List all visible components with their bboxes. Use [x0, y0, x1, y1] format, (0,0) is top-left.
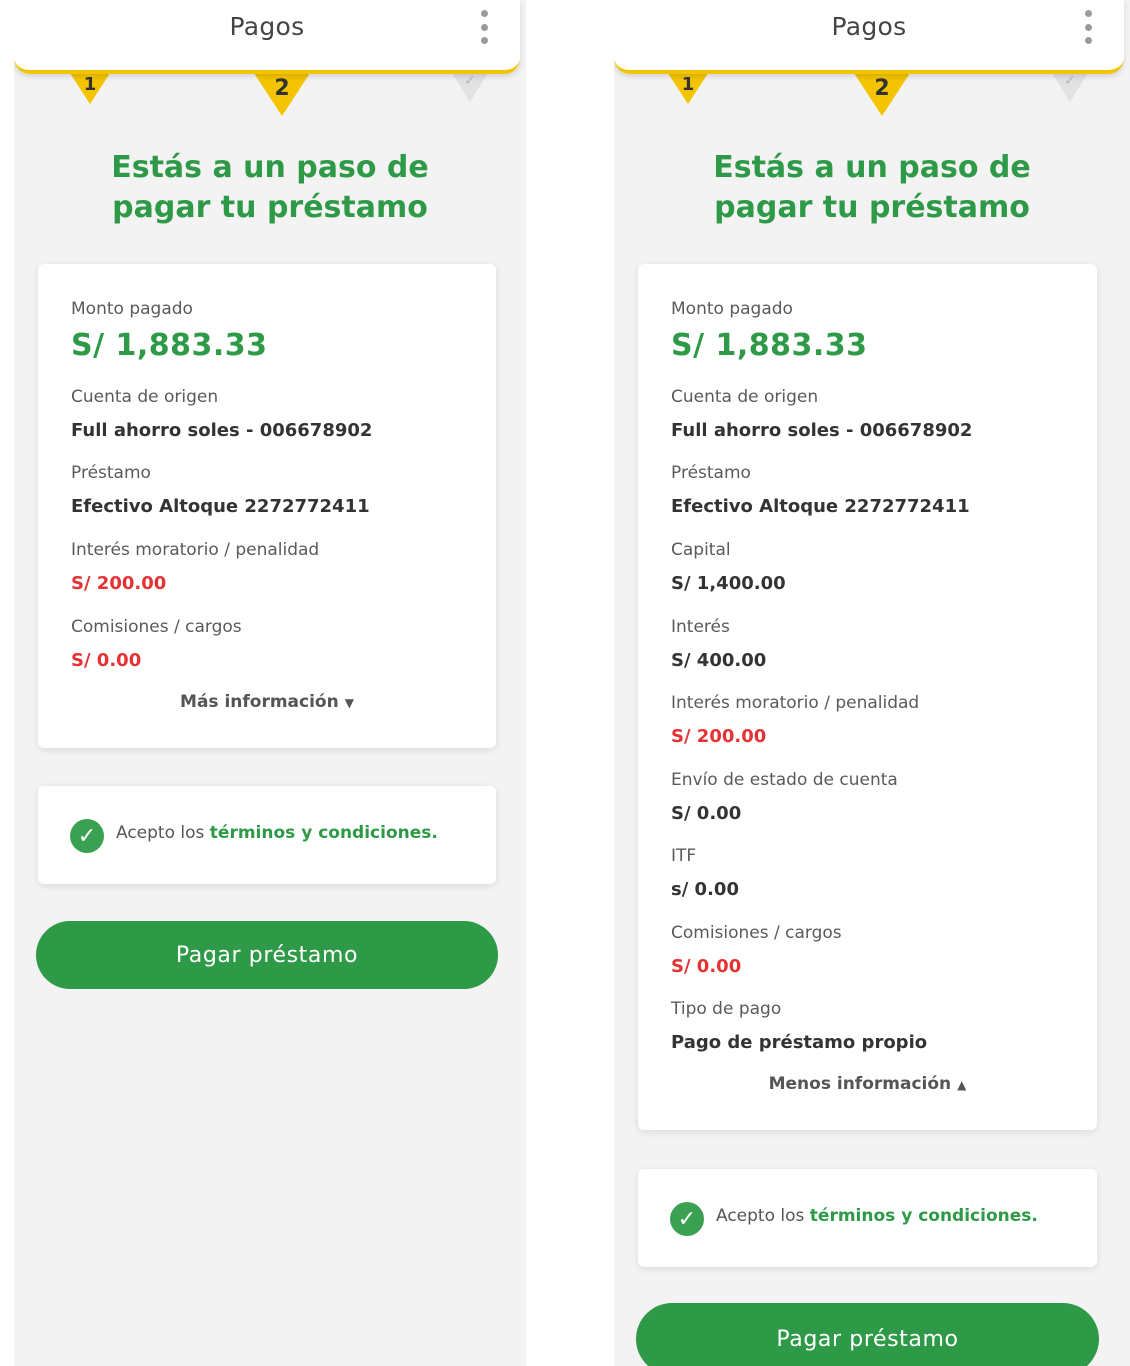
detail-label: Cuenta de origen	[671, 387, 819, 407]
more-vertical-icon[interactable]	[478, 10, 490, 44]
detail-value: Full ahorro soles - 006678902	[71, 420, 373, 441]
more-info-label: Más información	[180, 692, 339, 712]
detail-label: ITF	[671, 846, 697, 866]
terms-link[interactable]: términos y condiciones.	[210, 823, 438, 843]
check-circle-icon[interactable]: ✓	[670, 1202, 704, 1236]
detail-value: Efectivo Altoque 2272772411	[71, 496, 370, 517]
detail-field: ITF s/ 0.00	[671, 845, 1077, 902]
detail-field: Comisiones / cargos S/ 0.00	[671, 922, 1077, 979]
detail-label: Préstamo	[71, 463, 151, 483]
caret-up-icon: ▲	[957, 1078, 967, 1092]
detail-value: S/ 200.00	[71, 573, 167, 594]
detail-value: Efectivo Altoque 2272772411	[671, 496, 970, 517]
detail-label: Tipo de pago	[671, 999, 782, 1019]
step-1-indicator: 1	[68, 70, 112, 104]
amount-paid-field: Monto pagado S/ 1,883.33	[71, 298, 476, 364]
page-headline: Estás a un paso de pagar tu préstamo	[14, 148, 526, 228]
detail-field: Tipo de pago Pago de préstamo propio	[671, 998, 1077, 1055]
detail-field: Interés moratorio / penalidad S/ 200.00	[671, 692, 1077, 749]
step-3-check-icon: ✓	[450, 70, 490, 102]
detail-value: S/ 0.00	[671, 803, 742, 824]
detail-label: Interés moratorio / penalidad	[71, 540, 320, 560]
screen-expanded: Pagos 1 2 ✓ Estás a un paso de pagar tu …	[614, 0, 1130, 1366]
terms-prefix: Acepto los	[716, 1206, 810, 1226]
terms-text: Acepto los términos y condiciones.	[116, 823, 438, 843]
header-title: Pagos	[831, 12, 907, 41]
detail-label: Interés moratorio / penalidad	[671, 693, 920, 713]
step-1-indicator: 1	[666, 70, 710, 104]
detail-value: S/ 1,400.00	[671, 573, 786, 594]
step-2-indicator: 2	[252, 70, 312, 116]
step-2-indicator: 2	[852, 70, 912, 116]
caret-down-icon: ▼	[344, 696, 354, 710]
detail-field: Cuenta de origen Full ahorro soles - 006…	[671, 386, 1077, 443]
detail-label: Interés	[671, 617, 730, 637]
payment-summary-card: Monto pagado S/ 1,883.33 Cuenta de orige…	[38, 264, 496, 748]
amount-paid-label: Monto pagado	[671, 299, 793, 319]
pay-loan-button[interactable]: Pagar préstamo	[636, 1303, 1099, 1366]
detail-label: Cuenta de origen	[71, 387, 219, 407]
more-info-toggle[interactable]: Más información ▼	[38, 692, 496, 712]
headline-line-1: Estás a un paso de	[713, 150, 1031, 185]
headline-line-2: pagar tu préstamo	[112, 190, 428, 225]
terms-card: ✓ Acepto los términos y condiciones.	[638, 1169, 1097, 1267]
amount-paid-field: Monto pagado S/ 1,883.33	[671, 298, 1077, 364]
detail-field: Capital S/ 1,400.00	[671, 539, 1077, 596]
payment-summary-card: Monto pagado S/ 1,883.33 Cuenta de orige…	[638, 264, 1097, 1130]
detail-field: Préstamo Efectivo Altoque 2272772411	[671, 462, 1077, 519]
terms-link[interactable]: términos y condiciones.	[810, 1206, 1038, 1226]
app-header: Pagos	[14, 0, 520, 74]
detail-field: Envío de estado de cuenta S/ 0.00	[671, 769, 1077, 826]
amount-paid-label: Monto pagado	[71, 299, 193, 319]
detail-value: Full ahorro soles - 006678902	[671, 420, 973, 441]
detail-value: Pago de préstamo propio	[671, 1032, 928, 1053]
amount-paid-value: S/ 1,883.33	[71, 328, 268, 363]
page-headline: Estás a un paso de pagar tu préstamo	[614, 148, 1130, 228]
less-info-toggle[interactable]: Menos información ▲	[638, 1074, 1097, 1094]
detail-value: S/ 0.00	[71, 650, 142, 671]
detail-field: Interés S/ 400.00	[671, 616, 1077, 673]
detail-value: S/ 200.00	[671, 726, 767, 747]
headline-line-2: pagar tu préstamo	[714, 190, 1030, 225]
detail-field: Interés moratorio / penalidad S/ 200.00	[71, 539, 476, 596]
detail-label: Comisiones / cargos	[71, 617, 242, 637]
step-3-check-icon: ✓	[1050, 70, 1090, 102]
header-title: Pagos	[229, 12, 305, 41]
terms-prefix: Acepto los	[116, 823, 210, 843]
pay-loan-button[interactable]: Pagar préstamo	[36, 921, 498, 989]
detail-field: Cuenta de origen Full ahorro soles - 006…	[71, 386, 476, 443]
app-header: Pagos	[614, 0, 1124, 74]
detail-value: S/ 400.00	[671, 650, 767, 671]
detail-field: Préstamo Efectivo Altoque 2272772411	[71, 462, 476, 519]
detail-label: Comisiones / cargos	[671, 923, 842, 943]
detail-label: Préstamo	[671, 463, 751, 483]
terms-card: ✓ Acepto los términos y condiciones.	[38, 786, 496, 884]
screen-collapsed: Pagos 1 2 ✓ Estás a un paso de pagar tu …	[14, 0, 526, 1366]
more-vertical-icon[interactable]	[1082, 10, 1094, 44]
detail-value: S/ 0.00	[671, 956, 742, 977]
less-info-label: Menos información	[768, 1074, 952, 1094]
detail-label: Capital	[671, 540, 731, 560]
headline-line-1: Estás a un paso de	[111, 150, 429, 185]
detail-value: s/ 0.00	[671, 879, 739, 900]
check-circle-icon[interactable]: ✓	[70, 819, 104, 853]
terms-text: Acepto los términos y condiciones.	[716, 1206, 1038, 1226]
detail-field: Comisiones / cargos S/ 0.00	[71, 616, 476, 673]
detail-label: Envío de estado de cuenta	[671, 770, 898, 790]
amount-paid-value: S/ 1,883.33	[671, 328, 868, 363]
